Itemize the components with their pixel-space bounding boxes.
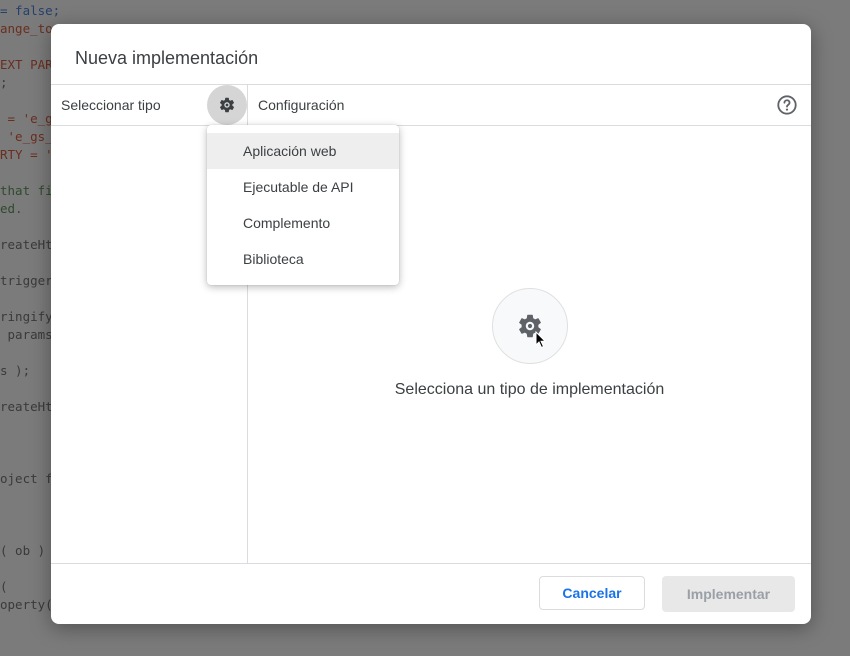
code-line: ( [0, 579, 8, 594]
code-line: reateHt [0, 237, 53, 252]
code-line: RTY = ' [0, 147, 53, 162]
header-divider [51, 84, 811, 85]
code-line: ed. [0, 201, 23, 216]
code-line: params [0, 327, 53, 342]
code-line: ; [0, 75, 8, 90]
code-line: = 'e_g [0, 111, 53, 126]
code-line: EXT PAR [0, 57, 53, 72]
configuration-label: Configuración [258, 97, 345, 113]
mouse-cursor-icon [535, 331, 547, 349]
code-line: ( ob ) [0, 543, 46, 558]
deploy-button[interactable]: Implementar [662, 576, 795, 612]
code-line: trigger [0, 273, 53, 288]
help-icon[interactable] [776, 94, 798, 116]
code-line: ange_to [0, 21, 53, 36]
menu-item[interactable]: Aplicación web [207, 133, 399, 169]
menu-item[interactable]: Complemento [207, 205, 399, 241]
dialog-title: Nueva implementación [75, 48, 259, 68]
empty-state-text: Selecciona un tipo de implementación [394, 381, 665, 398]
deployment-type-menu: Aplicación web Ejecutable de API Complemen… [207, 125, 399, 285]
code-line: 'e_gs_ [0, 129, 53, 144]
code-line: reateHt [0, 399, 53, 414]
subheader-divider [51, 125, 811, 126]
footer-divider [51, 563, 811, 564]
menu-item[interactable]: Ejecutable de API [207, 169, 399, 205]
new-deployment-dialog: Nueva implementación Seleccionar tipo Co… [51, 24, 811, 624]
gear-icon [219, 97, 235, 113]
menu-item[interactable]: Biblioteca [207, 241, 399, 277]
code-line: s ); [0, 363, 31, 378]
code-line: oject f [0, 471, 53, 486]
menu-items: Aplicación web Ejecutable de API Complemen… [207, 133, 399, 277]
empty-state-badge [492, 288, 568, 364]
code-line: ringify [0, 309, 53, 324]
select-type-label: Seleccionar tipo [61, 97, 161, 113]
code-line: = false; [0, 3, 61, 18]
cancel-button[interactable]: Cancelar [539, 576, 645, 610]
select-type-button[interactable] [207, 85, 247, 125]
code-line: that fi [0, 183, 53, 198]
